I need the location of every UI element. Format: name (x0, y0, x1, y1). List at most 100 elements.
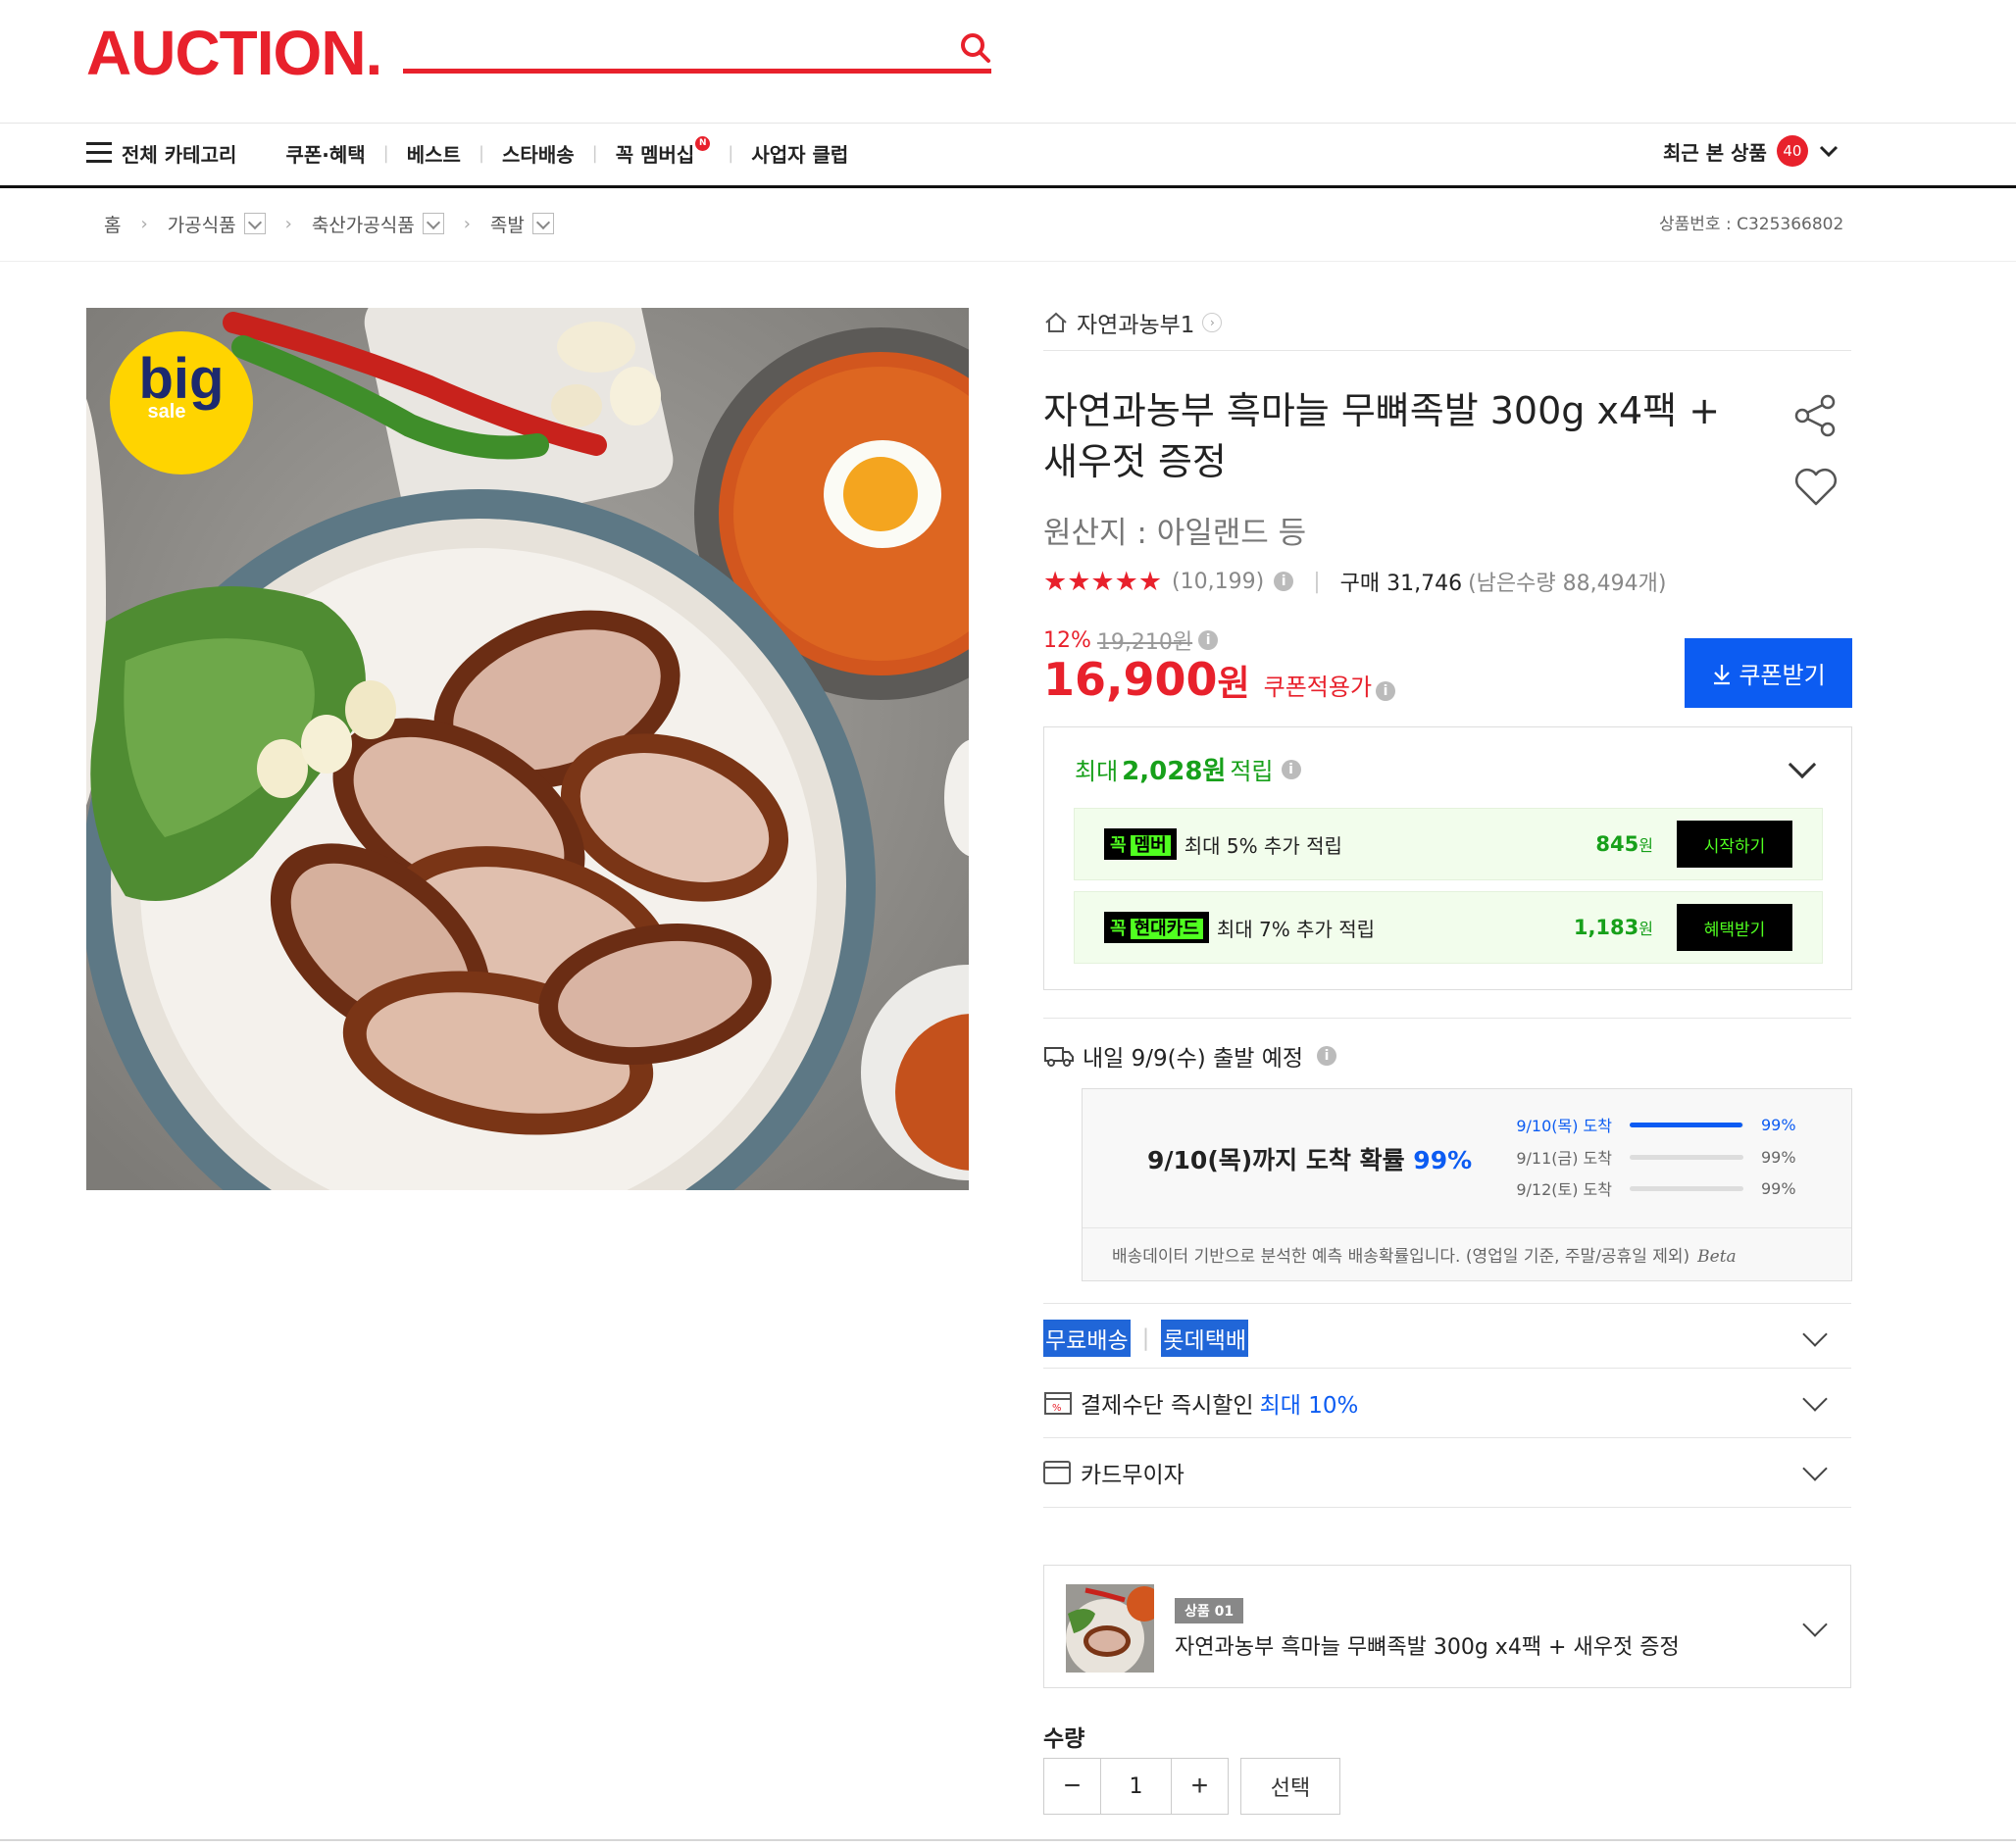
breadcrumb-item[interactable]: 축산가공식품 (312, 211, 415, 237)
nav-coupon-benefit[interactable]: 쿠폰·혜택 (285, 139, 365, 168)
big-sale-badge: big sale (110, 331, 253, 474)
reward-desc: 최대 7% 추가 적립 (1216, 917, 1376, 941)
start-membership-button[interactable]: 시작하기 (1677, 821, 1792, 868)
amount-value: 845 (1595, 832, 1639, 856)
download-icon (1714, 664, 1731, 684)
chevron-down-icon[interactable] (1802, 1456, 1828, 1481)
nav-star-delivery[interactable]: 스타배송 (502, 139, 575, 168)
nav-business-club[interactable]: 사업자 클럽 (751, 139, 848, 168)
quantity-increase-button[interactable]: + (1172, 1759, 1228, 1814)
departure-text: 내일 9/9(수) 출발 예정 (1083, 1046, 1304, 1072)
badge-big-text: big (138, 347, 225, 411)
reward-suffix: 적립 (1230, 758, 1274, 785)
installment-label: 카드무이자 (1081, 1463, 1184, 1488)
product-title: 자연과농부 흑마늘 무뼈족발 300g x4팩 + 새우젓 증정 (1043, 389, 1721, 483)
review-count[interactable]: (10,199) (1172, 570, 1264, 594)
info-icon[interactable]: i (1281, 759, 1301, 779)
page-bottom-border (0, 1839, 2016, 1841)
nav-best[interactable]: 베스트 (407, 139, 461, 168)
auction-logo[interactable]: AUCTION. (86, 22, 382, 84)
reward-summary[interactable]: 최대 2,028원 적립 i (1075, 751, 1301, 787)
breadcrumb-home[interactable]: 홈 (104, 211, 121, 237)
discount-percent: 12% (1043, 627, 1091, 653)
coupon-price-label: 쿠폰적용가 (1263, 674, 1373, 701)
tag-highlight: 멤버 (1130, 835, 1171, 856)
breadcrumb-item[interactable]: 족발 (490, 211, 525, 237)
dropdown-toggle-icon[interactable] (531, 213, 554, 234)
recent-viewed-label: 최근 본 상품 (1663, 140, 1767, 165)
breadcrumb: 홈 › 가공식품 › 축산가공식품 › 족발 (104, 206, 554, 241)
info-icon[interactable]: i (1376, 681, 1396, 701)
reward-row-amount: 1,183원 (1574, 916, 1653, 939)
probability-note: 배송데이터 기반으로 분석한 예측 배송확률입니다. (영업일 기준, 주말/공… (1112, 1242, 1737, 1267)
option-name: 자연과농부 흑마늘 무뼈족발 300g x4팩 + 새우젓 증정 (1175, 1635, 1680, 1660)
separator: | (1313, 569, 1321, 594)
quantity-decrease-button[interactable]: − (1044, 1759, 1100, 1814)
amount-unit: 원 (1638, 920, 1653, 938)
tag-prefix: 꼭 (1110, 835, 1127, 856)
shipping-option-row[interactable]: 무료배송 | 롯데택배 (1043, 1320, 1249, 1357)
installment-row[interactable]: 카드무이자 (1043, 1456, 1184, 1489)
chevron-right-icon: › (284, 213, 292, 234)
select-button[interactable]: 선택 (1240, 1758, 1340, 1815)
remaining-stock: (남은수량 88,494개) (1468, 572, 1667, 596)
quantity-label: 수량 (1043, 1726, 1085, 1752)
home-icon (1045, 312, 1067, 332)
share-icon[interactable] (1792, 392, 1840, 439)
divider (1043, 1507, 1851, 1508)
price-unit: 원 (1217, 664, 1250, 704)
coupon-download-button[interactable]: 쿠폰받기 (1685, 638, 1852, 708)
get-benefit-button[interactable]: 혜택받기 (1677, 904, 1792, 951)
quantity-input[interactable]: 1 (1100, 1759, 1172, 1814)
info-icon[interactable]: i (1317, 1046, 1337, 1066)
info-icon[interactable]: i (1198, 630, 1219, 650)
credit-card-icon (1043, 1461, 1071, 1484)
recent-count-badge: 40 (1776, 135, 1808, 167)
membership-tag: 꼭 멤버 (1104, 828, 1177, 860)
seller-link[interactable]: 자연과농부1 › (1043, 306, 1223, 339)
badge-sale-text: sale (147, 401, 186, 423)
nav-label: 베스트 (406, 142, 461, 167)
info-icon[interactable]: i (1274, 572, 1294, 591)
breadcrumb-divider (0, 261, 2016, 262)
sale-price: 16,900 원 쿠폰적용가 i (1043, 653, 1396, 706)
probability-bar (1630, 1122, 1743, 1127)
chevron-down-icon[interactable] (1802, 1322, 1828, 1347)
original-price: 19,210원 (1096, 630, 1193, 655)
heart-icon[interactable] (1792, 465, 1840, 510)
delivery-probability-summary: 9/10(목)까지 도착 확률 99% (1147, 1141, 1472, 1176)
quantity-stepper: − 1 + (1043, 1758, 1229, 1815)
chevron-right-icon: › (140, 213, 148, 234)
recent-viewed-button[interactable]: 최근 본 상품 40 (1663, 135, 1840, 167)
nav-separator: | (382, 142, 389, 164)
reward-prefix: 최대 (1075, 758, 1119, 785)
probability-bar (1630, 1185, 1743, 1191)
seller-name: 자연과농부1 (1077, 313, 1195, 338)
probability-date-label: 9/10(목) 도착 (1516, 1117, 1612, 1135)
reward-row-membership: 꼭 멤버 최대 5% 추가 적립 845원 시작하기 (1074, 808, 1823, 880)
rating-stars: ★★★★★ (1043, 566, 1163, 597)
dropdown-toggle-icon[interactable] (422, 213, 444, 234)
search-input[interactable] (403, 69, 991, 74)
header-divider (0, 123, 2016, 124)
divider (1043, 1437, 1851, 1438)
separator: | (1141, 1325, 1150, 1351)
option-select-box[interactable] (1043, 1565, 1851, 1688)
nav-bottom-border (0, 185, 2016, 188)
new-badge: N (695, 135, 711, 151)
chevron-down-icon[interactable] (1802, 1386, 1828, 1412)
search-icon[interactable] (959, 31, 992, 65)
breadcrumb-item[interactable]: 가공식품 (168, 211, 236, 237)
free-shipping-label: 무료배송 (1043, 1320, 1131, 1357)
coupon-button-label: 쿠폰받기 (1739, 663, 1826, 689)
nav-label: 꼭 멤버십 (615, 142, 695, 167)
nav-all-categories[interactable]: 전체 카테고리 (86, 139, 236, 168)
dropdown-toggle-icon[interactable] (243, 213, 266, 234)
probability-date-label: 9/11(금) 도착 (1516, 1149, 1612, 1168)
nav-label: 전체 카테고리 (122, 142, 237, 167)
divider (1083, 1227, 1851, 1228)
prob-main-text: 9/10(목)까지 도착 확률 (1147, 1146, 1405, 1174)
nav-membership[interactable]: 꼭 멤버십 N (615, 135, 711, 168)
payment-discount-row[interactable]: % 결제수단 즉시할인 최대 10% (1043, 1386, 1358, 1420)
amount-unit: 원 (1638, 836, 1653, 855)
